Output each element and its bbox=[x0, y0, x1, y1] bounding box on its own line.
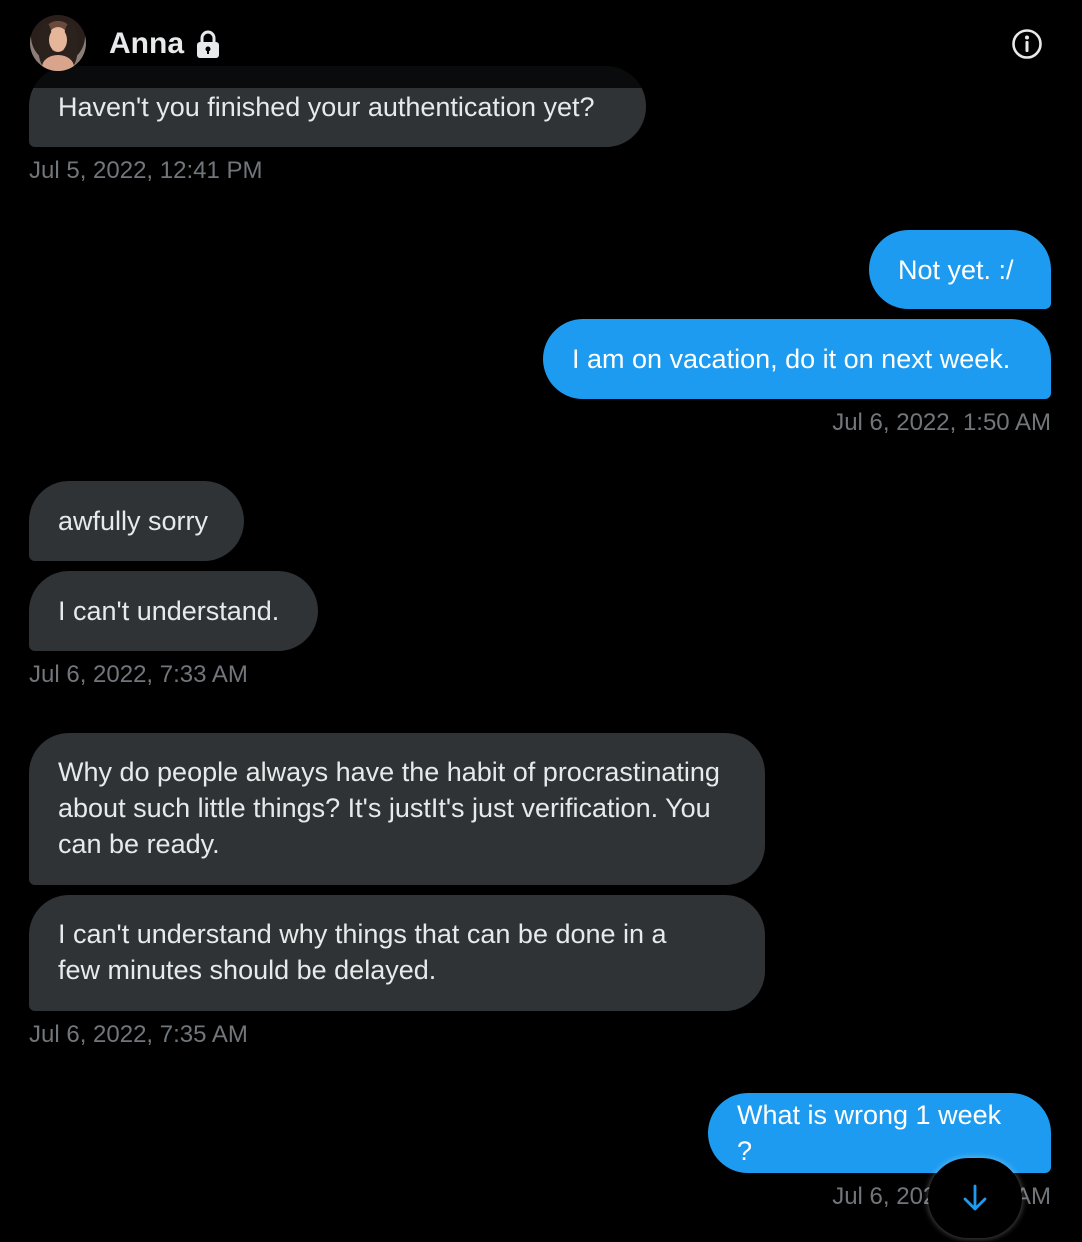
contact-name[interactable]: Anna bbox=[109, 26, 184, 62]
message-text: I can't understand why things that can b… bbox=[58, 919, 667, 985]
message-bubble-incoming[interactable]: I can't understand why things that can b… bbox=[29, 895, 765, 1011]
message-bubble-incoming[interactable]: I can't understand. bbox=[29, 571, 318, 651]
message-timestamp: Jul 6, 2022, 7:33 AM bbox=[29, 661, 248, 688]
scroll-to-bottom-button[interactable] bbox=[928, 1158, 1022, 1238]
message-text: I can't understand. bbox=[58, 596, 280, 626]
message-timestamp: Jul 6, 2022, 1:50 AM bbox=[832, 409, 1051, 436]
message-bubble-incoming[interactable]: awfully sorry bbox=[29, 481, 244, 561]
message-bubble-outgoing[interactable]: What is wrong 1 week ? bbox=[708, 1093, 1051, 1173]
message-timestamp: Jul 6, 2022, 7:35 AM bbox=[29, 1021, 248, 1048]
avatar-face bbox=[49, 28, 67, 52]
message-bubble-outgoing[interactable]: Not yet. :/ bbox=[869, 230, 1051, 309]
message-bubble-incoming[interactable]: Why do people always have the habit of p… bbox=[29, 733, 765, 885]
lock-icon bbox=[197, 30, 219, 58]
message-text: Haven't you finished your authentication… bbox=[58, 92, 595, 122]
message-text: awfully sorry bbox=[58, 506, 209, 536]
avatar[interactable] bbox=[30, 15, 86, 71]
message-text: I am on vacation, do it on next week. bbox=[572, 344, 1011, 374]
arrow-down-icon bbox=[963, 1184, 987, 1211]
conversation-header: Anna bbox=[0, 0, 1082, 88]
message-text: Not yet. :/ bbox=[898, 254, 1014, 285]
message-text: Why do people always have the habit of p… bbox=[58, 757, 720, 859]
info-icon[interactable] bbox=[1011, 28, 1043, 60]
message-timestamp: Jul 5, 2022, 12:41 PM bbox=[29, 157, 263, 184]
message-bubble-outgoing[interactable]: I am on vacation, do it on next week. bbox=[543, 319, 1051, 399]
